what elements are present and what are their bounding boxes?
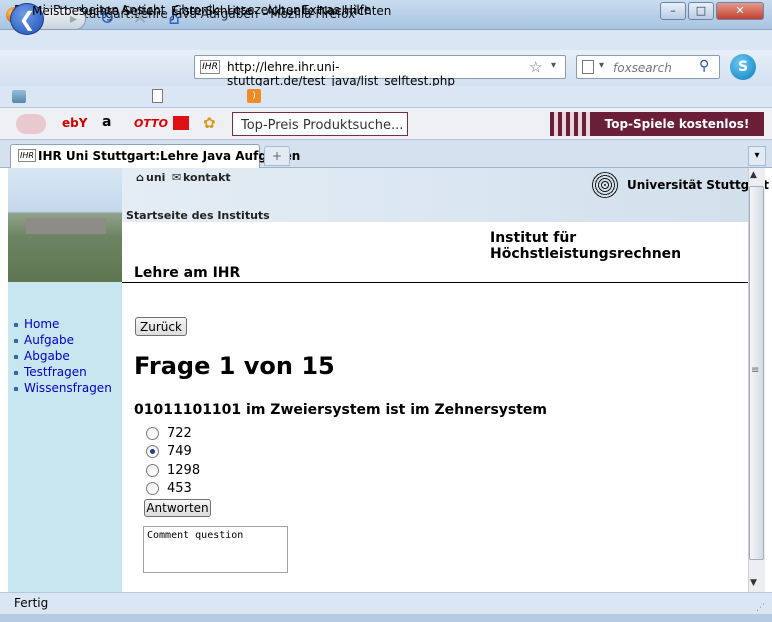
option-label: 722 (167, 426, 192, 441)
bookmark-meistbesuchte[interactable]: Meistbesuchte Seiten (32, 4, 161, 18)
answer-button[interactable]: Antworten (144, 499, 211, 517)
radio-button-selected[interactable] (146, 445, 159, 458)
nav-testfragen[interactable]: Testfragen (14, 365, 87, 379)
bookmark-aktuelle-nachrichten[interactable]: Aktuelle Nachrichten (266, 4, 391, 18)
campus-photo (8, 168, 122, 282)
nav-testfragen-label: Testfragen (24, 365, 87, 379)
option-label: 1298 (167, 463, 201, 478)
otto-icon[interactable]: OTTO (134, 117, 168, 130)
close-window-button[interactable]: ✕ (716, 2, 764, 20)
header-link-kontakt[interactable]: kontakt (183, 171, 231, 184)
option-749[interactable]: 749 (146, 444, 192, 459)
status-text: Fertig (14, 596, 49, 610)
radio-button[interactable] (146, 464, 159, 477)
skype-icon[interactable]: S (730, 54, 756, 80)
home-icon: ⌂ (136, 171, 144, 184)
resize-grip-icon[interactable]: ⋰ (756, 603, 765, 613)
mail-icon: ✉ (172, 171, 182, 184)
new-tab-button[interactable]: + (264, 146, 290, 166)
nav-abgabe[interactable]: Abgabe (14, 349, 70, 363)
bookmark-star-icon[interactable]: ☆ (529, 58, 542, 76)
startseite-link[interactable]: Startseite des Instituts (126, 209, 270, 222)
bookmarks-bar (0, 86, 772, 108)
url-text: http://lehre.ihr.uni-stuttgart.de/test_j… (227, 60, 455, 88)
option-453[interactable]: 453 (146, 481, 192, 496)
minimize-button[interactable]: – (660, 2, 686, 20)
toolbar-divider (550, 112, 590, 136)
maximize-button[interactable]: □ (688, 2, 714, 20)
section-title: Lehre am IHR (134, 265, 241, 281)
chevron-down-icon[interactable]: ▾ (551, 60, 556, 71)
nav-aufgabe[interactable]: Aufgabe (14, 333, 74, 347)
status-bar (0, 592, 772, 614)
option-label: 749 (167, 444, 192, 459)
header-divider (122, 282, 748, 283)
nav-wissensfragen[interactable]: Wissensfragen (14, 381, 112, 395)
scroll-up-arrow-icon[interactable]: ▲ (750, 170, 757, 180)
question-title: Frage 1 von 15 (134, 352, 335, 380)
games-banner[interactable]: Top-Spiele kostenlos! (590, 112, 764, 136)
bookmark-erste-schritte[interactable]: Erste Schritte (171, 4, 253, 18)
scroll-down-arrow-icon[interactable]: ▼ (750, 578, 757, 588)
search-placeholder: foxsearch (613, 61, 672, 75)
chevron-down-icon[interactable]: ▾ (599, 60, 604, 71)
nav-wissensfragen-label: Wissensfragen (24, 381, 112, 395)
grip-icon: ≡ (751, 365, 760, 376)
url-bar[interactable]: IHR http://lehre.ihr.uni-stuttgart.de/te… (194, 55, 566, 88)
radio-button[interactable] (146, 482, 159, 495)
nav-aufgabe-label: Aufgabe (24, 333, 75, 347)
comment-textarea[interactable]: Comment question (143, 526, 288, 573)
institute-name: Institut für Höchstleistungsrechnen (490, 230, 682, 262)
site-icon: IHR (18, 149, 36, 162)
amazon-icon[interactable]: a (102, 114, 111, 130)
nav-home[interactable]: Home (14, 317, 59, 331)
back-zurueck-button[interactable]: Zurück (135, 317, 187, 336)
search-bar[interactable]: ▾ foxsearch ⚲ (576, 55, 720, 79)
site-icon: IHR (200, 60, 220, 74)
bookmark-folder-icon (12, 90, 26, 103)
option-1298[interactable]: 1298 (146, 463, 200, 478)
question-text: 01011101101 im Zweiersystem ist im Zehne… (134, 402, 548, 418)
shop-icon[interactable] (173, 116, 189, 130)
tab-label: IHR Uni Stuttgart:Lehre Java Aufgaben (38, 149, 301, 163)
nav-home-label: Home (24, 317, 60, 331)
search-icon[interactable]: ⚲ (699, 58, 709, 74)
rss-icon: ) (247, 89, 261, 103)
coupon-icon[interactable]: ✿ (203, 114, 216, 132)
option-label: 453 (167, 481, 192, 496)
radio-button[interactable] (146, 427, 159, 440)
menu-bar (0, 30, 772, 50)
header-link-uni[interactable]: uni (146, 171, 165, 184)
nav-abgabe-label: Abgabe (24, 349, 70, 363)
option-722[interactable]: 722 (146, 426, 192, 441)
product-search-placeholder: Top-Preis Produktsuche... (241, 118, 404, 133)
ebay-icon[interactable]: ebY (62, 116, 87, 130)
tab-list-button[interactable]: ▾ (748, 146, 766, 166)
window-frame-bottom (0, 614, 772, 622)
pig-icon[interactable] (16, 114, 46, 134)
uni-logo (591, 172, 619, 198)
page-icon (152, 89, 163, 103)
page-icon (582, 60, 594, 74)
